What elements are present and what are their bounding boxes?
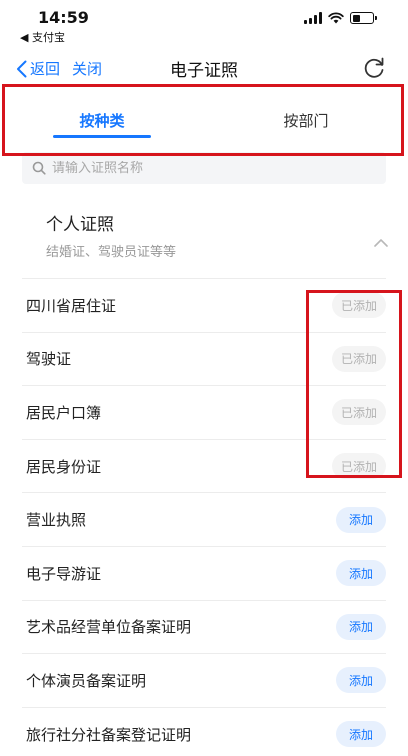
list-item[interactable]: 四川省居住证 已添加 [22,279,386,333]
certificate-list: 四川省居住证 已添加 驾驶证 已添加 居民户口簿 已添加 居民身份证 已添加 营… [0,279,408,756]
refresh-button[interactable] [362,56,386,84]
status-time: 14:59 [38,8,89,27]
list-item[interactable]: 居民户口簿 已添加 [22,386,386,440]
battery-icon [350,12,377,24]
signal-icon [304,12,322,24]
list-item[interactable]: 电子导游证 添加 [22,547,386,601]
list-item[interactable]: 艺术品经营单位备案证明 添加 [22,601,386,655]
nav-bar: 返回 关闭 电子证照 [0,52,408,88]
back-to-app-link[interactable]: ◀ 支付宝 [20,29,65,45]
item-name: 旅行社分社备案登记证明 [26,725,192,744]
tab-by-type-label: 按种类 [79,111,125,130]
item-name: 艺术品经营单位备案证明 [26,618,192,637]
item-name: 四川省居住证 [26,296,117,315]
tab-active-indicator [53,135,151,138]
add-button[interactable]: 添加 [336,560,386,587]
status-indicators [304,12,377,24]
chevron-up-icon [374,239,388,247]
item-name: 个体演员备案证明 [26,671,147,690]
tab-by-department[interactable]: 按部门 [204,92,408,148]
item-name: 营业执照 [26,511,87,530]
added-button[interactable]: 已添加 [331,453,386,480]
search-bar[interactable] [22,152,386,184]
list-item[interactable]: 驾驶证 已添加 [22,333,386,387]
add-button[interactable]: 添加 [336,613,386,640]
refresh-icon [364,57,384,78]
search-icon [32,161,46,175]
wifi-icon [328,12,344,24]
list-item[interactable]: 旅行社分社备案登记证明 添加 [22,708,386,756]
item-name: 居民身份证 [26,457,102,476]
page-title: 电子证照 [170,61,238,81]
list-item[interactable]: 个体演员备案证明 添加 [22,654,386,708]
list-item[interactable]: 居民身份证 已添加 [22,440,386,494]
item-name: 驾驶证 [26,350,72,369]
tab-by-department-label: 按部门 [283,111,329,130]
add-button[interactable]: 添加 [336,506,386,533]
category-subtitle: 结婚证、驾驶员证等等 [46,245,177,260]
added-button[interactable]: 已添加 [331,345,386,372]
category-header: 个人证照 结婚证、驾驶员证等等 [46,210,176,260]
category-title: 个人证照 [46,215,114,235]
search-input[interactable] [52,160,352,176]
item-name: 电子导游证 [26,564,102,583]
item-name: 居民户口簿 [26,403,102,422]
tab-by-type[interactable]: 按种类 [0,92,204,148]
added-button[interactable]: 已添加 [331,399,386,426]
status-bar: 14:59 ◀ 支付宝 [0,0,408,46]
add-button[interactable]: 添加 [336,721,386,748]
collapse-button[interactable] [374,232,388,251]
added-button[interactable]: 已添加 [331,292,386,319]
list-item[interactable]: 营业执照 添加 [22,493,386,547]
category-tabs: 按种类 按部门 [0,92,408,148]
add-button[interactable]: 添加 [336,667,386,694]
